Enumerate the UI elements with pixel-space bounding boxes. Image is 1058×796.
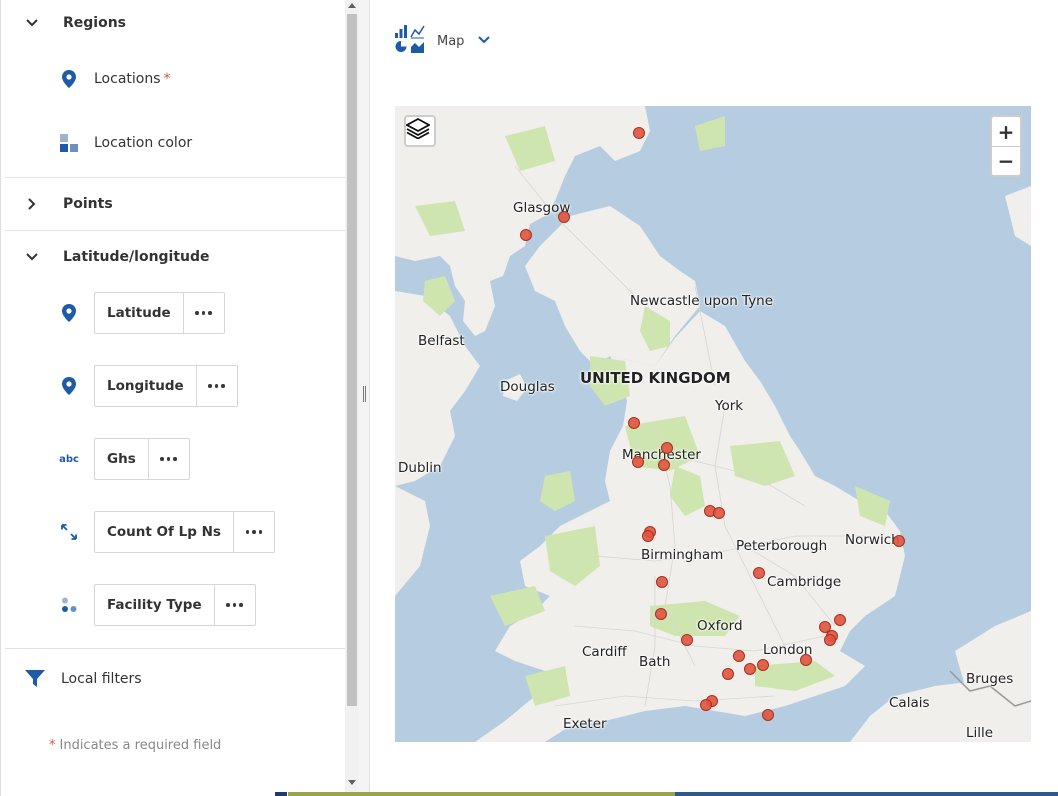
field-pill-label: Facility Type (95, 585, 215, 625)
map-label-london: London (763, 642, 813, 658)
map-label-calais: Calais (889, 695, 930, 711)
field-pill[interactable]: Latitude (94, 292, 225, 334)
field-facility-type: Facility Type (1, 584, 345, 626)
field-longitude: Longitude (1, 365, 345, 407)
field-locations[interactable]: Locations * (1, 64, 345, 94)
section-points-header[interactable]: Points (1, 181, 345, 227)
field-pill[interactable]: Longitude (94, 365, 238, 407)
zoom-in-button[interactable]: + (992, 117, 1020, 146)
field-pill-label: Count Of Lp Ns (95, 512, 234, 552)
scroll-down-icon[interactable] (348, 780, 356, 785)
field-pill-label: Ghs (95, 439, 149, 479)
map-label-birmingham: Birmingham (641, 547, 724, 563)
more-options-icon[interactable] (149, 439, 189, 479)
field-label: Location color (94, 135, 193, 151)
chevron-down-icon (1, 16, 63, 30)
zoom-control: + − (990, 115, 1022, 177)
map-label-bruges: Bruges (966, 671, 1014, 687)
bottom-taskbar-strip (0, 792, 1058, 796)
location-pin-icon (59, 69, 79, 89)
field-latitude: Latitude (1, 292, 345, 334)
chart-types-icon (395, 24, 425, 58)
divider (5, 230, 345, 231)
visualization-type-label: Map (437, 33, 465, 49)
field-pill[interactable]: Count Of Lp Ns (94, 511, 275, 553)
map-label-manchester: Manchester (622, 447, 701, 463)
field-ghs: abc Ghs (1, 438, 345, 480)
map-label-country: UNITED KINGDOM (580, 369, 731, 387)
required-mark: * (49, 738, 56, 753)
field-pill-label: Longitude (95, 366, 197, 406)
chevron-down-icon (478, 32, 491, 50)
abc-text-icon: abc (59, 453, 79, 465)
map-label-oxford: Oxford (697, 618, 743, 634)
local-filters[interactable]: Local filters (1, 664, 345, 694)
map-label-dublin: Dublin (398, 460, 442, 476)
field-label: Locations (94, 71, 161, 87)
map-label-cardiff: Cardiff (582, 644, 627, 660)
map-basemap (395, 106, 1031, 742)
map-label-douglas: Douglas (500, 379, 555, 395)
local-filters-label: Local filters (61, 671, 142, 687)
section-title: Points (63, 196, 113, 212)
field-pill[interactable]: Ghs (94, 438, 190, 480)
required-mark: * (163, 71, 171, 87)
map-label-cambridge: Cambridge (767, 574, 842, 590)
zoom-out-button[interactable]: − (992, 146, 1020, 175)
map-label-lille: Lille (966, 725, 994, 741)
panel-scrollbar[interactable] (345, 0, 359, 796)
field-location-color[interactable]: Location color (1, 128, 345, 158)
resize-arrows-icon (59, 522, 79, 542)
required-note-text: Indicates a required field (59, 738, 222, 753)
more-options-icon[interactable] (215, 585, 255, 625)
scroll-up-icon[interactable] (348, 3, 356, 8)
map-label-belfast: Belfast (418, 333, 465, 349)
section-latlong-header[interactable]: Latitude/longitude (1, 234, 345, 280)
section-title: Regions (63, 15, 127, 31)
location-pin-icon (59, 376, 79, 396)
map-view[interactable]: + − Glasgow Newcastle upon Tyne Belfast … (395, 106, 1031, 742)
map-label-york: York (715, 398, 744, 414)
map-label-exeter: Exeter (563, 716, 607, 732)
chevron-down-icon (1, 250, 63, 264)
section-title: Latitude/longitude (63, 249, 210, 265)
chevron-right-icon (1, 197, 63, 211)
field-pill-label: Latitude (95, 293, 184, 333)
map-label-norwich: Norwich (845, 532, 900, 548)
required-note: * Indicates a required field (49, 738, 221, 753)
section-regions-header[interactable]: Regions (1, 0, 345, 46)
splitter-grip-icon[interactable] (363, 386, 366, 402)
location-pin-icon (59, 303, 79, 323)
map-label-bath: Bath (639, 654, 671, 670)
dots-cluster-icon (59, 595, 79, 615)
color-squares-icon (59, 133, 79, 153)
map-label-peterborough: Peterborough (736, 538, 828, 554)
more-options-icon[interactable] (234, 512, 274, 552)
more-options-icon[interactable] (197, 366, 237, 406)
layers-button[interactable] (404, 115, 436, 147)
more-options-icon[interactable] (184, 293, 224, 333)
field-panel: Regions Locations * Location color Points… (0, 0, 345, 796)
visualization-area: Map + − Glasgow Newcastle upon Tyne Belf… (371, 0, 1058, 796)
divider (5, 177, 345, 178)
divider (5, 648, 345, 649)
panel-splitter[interactable] (359, 0, 370, 796)
map-label-newcastle: Newcastle upon Tyne (630, 293, 774, 309)
filter-icon (25, 669, 45, 689)
map-label-glasgow: Glasgow (513, 200, 571, 216)
visualization-type-selector[interactable]: Map (395, 24, 491, 58)
field-pill[interactable]: Facility Type (94, 584, 256, 626)
field-count-of-lp-ns: Count Of Lp Ns (1, 511, 345, 553)
scrollbar-thumb[interactable] (347, 14, 357, 706)
